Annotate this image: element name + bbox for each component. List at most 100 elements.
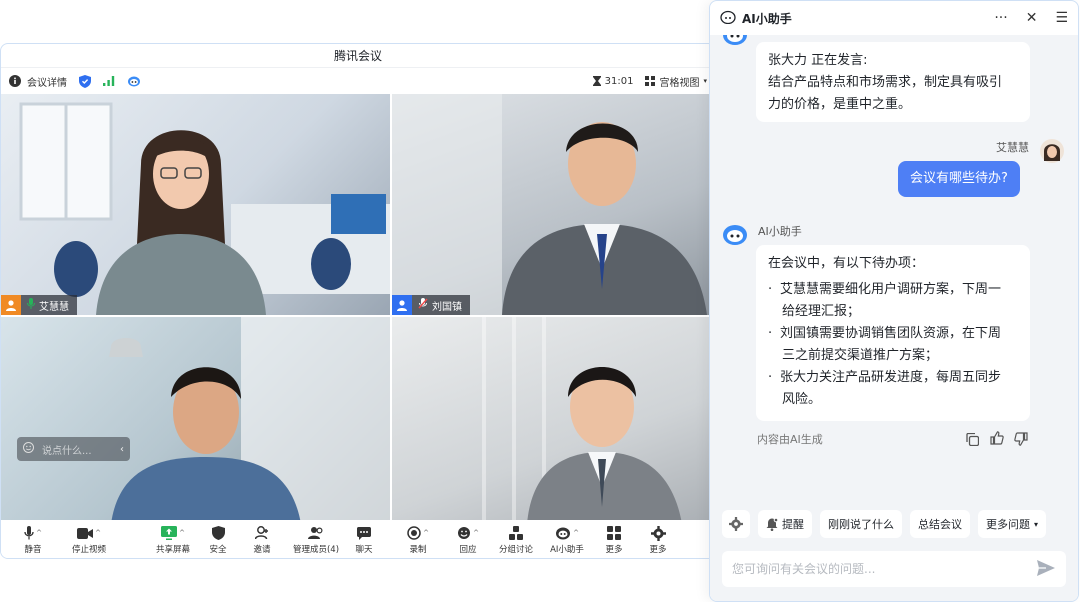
reaction-button[interactable]: ^ 回应 — [451, 520, 485, 558]
meeting-window: 腾讯会议 会议详情 31:01 宫格视图 ▾ 艾慧慧 刘国镇 说点什么... ‹… — [0, 43, 716, 559]
participant-name: 刘国镇 — [432, 301, 462, 313]
meeting-info-link[interactable]: 会议详情 — [27, 74, 67, 89]
more-questions-button[interactable]: 更多问题 ▾ — [978, 510, 1047, 538]
more-apps-label: 更多 — [605, 545, 623, 555]
signal-icon — [103, 76, 115, 86]
participant-video-1 — [19, 102, 390, 315]
mic-icon — [24, 526, 34, 540]
ai-robot-icon — [720, 10, 736, 27]
quick-actions: 提醒 刚刚说了什么 总结会议 更多问题 ▾ — [722, 510, 1047, 538]
speaking-text-line-2: 力的价格，是重中之重。 — [768, 97, 912, 112]
answer-intro: 在会议中，有以下待办项： — [768, 256, 925, 271]
chevron-down-icon: ▾ — [1034, 519, 1039, 529]
participant-name-tag: 刘国镇 — [392, 295, 470, 315]
chat-button[interactable]: 聊天 — [349, 520, 379, 558]
ai-bot-avatar-icon — [723, 225, 747, 245]
hourglass-icon — [592, 76, 601, 86]
invite-icon — [255, 526, 268, 540]
bot-answer-bubble: 在会议中，有以下待办项： · 艾慧慧需要细化用户调研方案，下周一 给经理汇报； … — [756, 245, 1030, 421]
copy-icon[interactable] — [966, 431, 980, 450]
meeting-info-bar: 会议详情 31:01 宫格视图 ▾ — [1, 68, 715, 94]
chat-icon — [357, 526, 371, 540]
summary-button[interactable]: 总结会议 — [910, 510, 970, 538]
user-name: 艾慧慧 — [996, 141, 1029, 154]
breakout-button[interactable]: 分组讨论 — [497, 520, 535, 558]
breakout-label: 分组讨论 — [498, 545, 533, 555]
speaking-header: 张大力 正在发言: — [768, 53, 868, 68]
manage-members-button[interactable]: 管理成员(4) — [291, 520, 341, 558]
record-label: 录制 — [409, 545, 427, 555]
chevron-up-icon: ^ — [95, 529, 101, 537]
stop-video-button[interactable]: ^ 停止视频 — [65, 520, 113, 558]
ai-assistant-panel: AI小助手 ··· ✕ ☰ 张大力 正在发言: 结合产品特点和市场需求，制定具有… — [709, 0, 1079, 602]
video-tile-3[interactable]: 说点什么... ‹ — [1, 317, 390, 524]
todo-line: 张大力关注产品研发进度，每周五同步 — [780, 370, 1002, 385]
close-icon[interactable]: ✕ — [1026, 10, 1038, 26]
view-label: 宫格视图 — [659, 77, 700, 89]
thumbs-up-icon[interactable] — [990, 430, 1004, 449]
video-tile-2[interactable]: 刘国镇 — [392, 94, 715, 315]
meeting-toolbar: ^ 静音 ^ 停止视频 ^ 共享屏幕 安全 邀请 管理成员(4) 聊天 ^ 录制… — [1, 520, 715, 558]
ai-panel-title: AI小助手 — [742, 11, 792, 26]
menu-icon[interactable]: ☰ — [1055, 10, 1068, 26]
record-icon — [407, 526, 421, 540]
mic-active-icon — [27, 298, 35, 312]
reaction-label: 回应 — [459, 545, 477, 555]
shield-icon[interactable] — [79, 74, 91, 88]
more-settings-button[interactable]: 更多 — [643, 520, 673, 558]
thumbs-down-icon[interactable] — [1014, 431, 1028, 450]
ai-conversation: 张大力 正在发言: 结合产品特点和市场需求，制定具有吸引 力的价格，是重中之重。… — [710, 35, 1078, 499]
send-icon[interactable] — [1037, 560, 1055, 580]
chevron-left-icon[interactable]: ‹ — [120, 444, 124, 455]
more-options-icon[interactable]: ··· — [994, 10, 1007, 26]
info-icon[interactable] — [9, 75, 21, 87]
reaction-icon — [458, 527, 471, 539]
ai-robot-icon[interactable] — [127, 75, 141, 87]
security-button[interactable]: 安全 — [203, 520, 233, 558]
manage-members-label: 管理成员(4) — [292, 545, 340, 555]
chat-label: 聊天 — [355, 545, 373, 555]
timer-text: 31:01 — [604, 75, 634, 87]
chevron-up-icon: ^ — [36, 529, 42, 537]
breakout-icon — [509, 526, 523, 540]
todo-line: 风险。 — [782, 392, 822, 407]
smile-icon — [23, 442, 34, 456]
ai-assistant-label: AI小助手 — [550, 545, 584, 555]
todo-item: · 刘国镇需要协调销售团队资源，在下周 三之前提交渠道推广方案； — [768, 323, 1018, 367]
chevron-up-icon: ^ — [473, 529, 479, 537]
remind-button[interactable]: 提醒 — [758, 510, 812, 538]
record-button[interactable]: ^ 录制 — [401, 520, 435, 558]
invite-button[interactable]: 邀请 — [247, 520, 277, 558]
just-said-button[interactable]: 刚刚说了什么 — [820, 510, 902, 538]
more-apps-button[interactable]: 更多 — [599, 520, 629, 558]
chevron-down-icon: ▾ — [703, 77, 707, 85]
ai-panel-footer: 提醒 刚刚说了什么 总结会议 更多问题 ▾ — [710, 499, 1078, 601]
ai-panel-header: AI小助手 ··· ✕ ☰ — [710, 1, 1078, 35]
chat-placeholder: 说点什么... — [42, 445, 92, 457]
todo-item: · 张大力关注产品研发进度，每周五同步 风险。 — [768, 367, 1018, 411]
todo-line: 三之前提交渠道推广方案； — [782, 348, 939, 363]
user-avatar-icon — [392, 295, 412, 315]
mute-button[interactable]: ^ 静音 — [15, 520, 51, 558]
stop-video-label: 停止视频 — [71, 545, 106, 555]
ai-assistant-button[interactable]: ^ AI小助手 — [547, 520, 587, 558]
todo-line: 刘国镇需要协调销售团队资源，在下周 — [780, 326, 1002, 341]
video-grid: 艾慧慧 刘国镇 说点什么... ‹ — [1, 94, 715, 524]
grid-view-icon — [645, 76, 656, 86]
settings-icon[interactable] — [722, 510, 750, 538]
ai-assistant-icon — [556, 527, 571, 540]
share-screen-label: 共享屏幕 — [155, 545, 190, 555]
chevron-up-icon: ^ — [179, 529, 185, 537]
share-screen-button[interactable]: ^ 共享屏幕 — [153, 520, 193, 558]
invite-label: 邀请 — [253, 545, 271, 555]
video-icon — [77, 527, 94, 539]
user-question-bubble: 会议有哪些待办? — [898, 161, 1020, 197]
floating-chat-input[interactable]: 说点什么... ‹ — [17, 437, 130, 461]
view-switch-button[interactable]: 宫格视图 ▾ — [645, 74, 707, 89]
ai-question-input[interactable] — [722, 551, 1066, 587]
security-label: 安全 — [209, 545, 227, 555]
participant-video-4 — [482, 317, 682, 524]
video-tile-4[interactable] — [392, 317, 715, 524]
video-tile-1[interactable]: 艾慧慧 — [1, 94, 390, 315]
timer: 31:01 — [592, 75, 634, 87]
